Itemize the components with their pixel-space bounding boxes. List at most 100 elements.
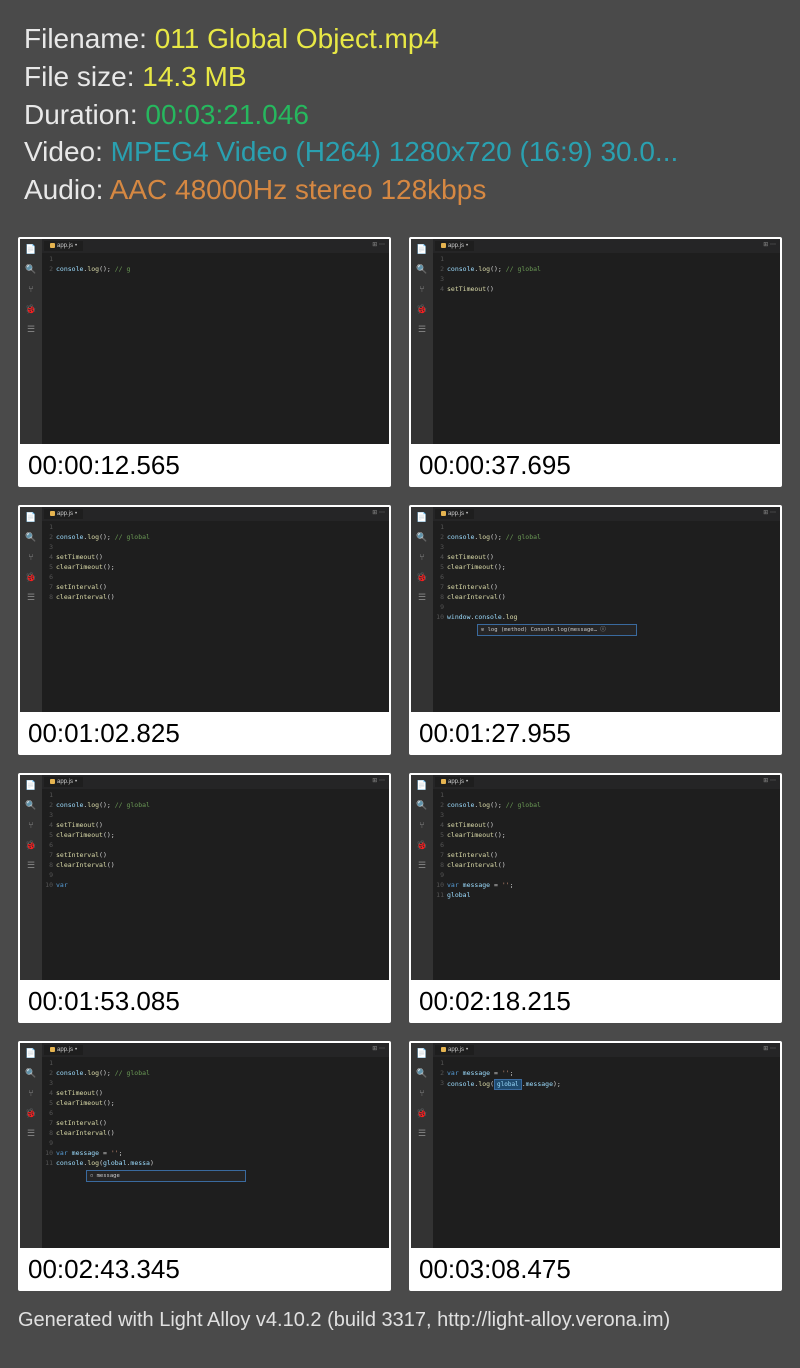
editor-sidebar: 📄🔍⑂🐞☰ bbox=[20, 1043, 42, 1248]
code-line: console.log(); // global bbox=[56, 533, 389, 543]
tab-modified-icon: • bbox=[466, 1047, 468, 1053]
video-row: Video: MPEG4 Video (H264) 1280x720 (16:9… bbox=[24, 133, 776, 171]
thumbnail: 📄🔍⑂🐞☰app.js •⊞ ⋯123var message = '';cons… bbox=[409, 1041, 782, 1291]
tab-label: app.js bbox=[57, 1047, 73, 1053]
code-line: console.log(global.messa) bbox=[56, 1159, 389, 1169]
video-frame: 📄🔍⑂🐞☰app.js •⊞ ⋯1234567891011console.log… bbox=[20, 1043, 389, 1248]
sidebar-icon: 📄 bbox=[25, 1047, 37, 1059]
audio-value: AAC 48000Hz stereo 128kbps bbox=[110, 174, 487, 205]
sidebar-icon: 🐞 bbox=[416, 303, 428, 315]
audio-label: Audio: bbox=[24, 174, 110, 205]
code-line: var message = ''; bbox=[447, 881, 780, 891]
line-gutter: 123 bbox=[433, 1057, 447, 1248]
code-line: clearInterval() bbox=[447, 593, 780, 603]
filesize-label: File size: bbox=[24, 61, 142, 92]
code-line: clearInterval() bbox=[56, 1129, 389, 1139]
code-body: console.log(); // globalsetTimeout()clea… bbox=[56, 521, 389, 712]
js-file-icon bbox=[50, 243, 55, 248]
code-area: 12345678910console.log(); // globalsetTi… bbox=[433, 521, 780, 712]
code-line bbox=[56, 1109, 389, 1119]
code-line: setInterval() bbox=[56, 1119, 389, 1129]
code-line: clearTimeout(); bbox=[56, 831, 389, 841]
line-gutter: 12 bbox=[42, 253, 56, 444]
thumbnail: 📄🔍⑂🐞☰app.js •⊞ ⋯12console.log(); // g00:… bbox=[18, 237, 391, 487]
sidebar-icon: 🔍 bbox=[416, 799, 428, 811]
tab-label: app.js bbox=[448, 243, 464, 249]
thumbnail: 📄🔍⑂🐞☰app.js •⊞ ⋯1234567891011console.log… bbox=[409, 773, 782, 1023]
editor-sidebar: 📄 🔍 ⑂ 🐞 ☰ bbox=[411, 239, 433, 444]
line-gutter: 12345678910 bbox=[42, 789, 56, 980]
code-line bbox=[56, 811, 389, 821]
editor-actions-icon: ⊞ ⋯ bbox=[763, 777, 776, 784]
file-tab: app.js • bbox=[44, 777, 83, 787]
video-frame: 📄 🔍 ⑂ 🐞 ☰ app.js • ⊞ ⋯ 1234console.log(); // gl… bbox=[411, 239, 780, 444]
sidebar-icon: ⑂ bbox=[416, 283, 428, 295]
tab-modified-icon: • bbox=[75, 511, 77, 517]
code-body: var message = '';console.log(global.mess… bbox=[447, 1057, 780, 1248]
sidebar-icon: 📄 bbox=[25, 511, 37, 523]
editor-sidebar: 📄🔍⑂🐞☰ bbox=[20, 239, 42, 444]
code-body: console.log(); // global setTimeout()clea… bbox=[56, 789, 389, 980]
filesize-row: File size: 14.3 MB bbox=[24, 58, 776, 96]
editor-area: app.js •⊞ ⋯1234567891011console.log(); /… bbox=[42, 1043, 389, 1248]
sidebar-icon: ⑂ bbox=[416, 1087, 428, 1099]
code-line bbox=[447, 791, 780, 801]
editor-sidebar: 📄🔍⑂🐞☰ bbox=[20, 507, 42, 712]
code-line bbox=[56, 523, 389, 533]
code-line: clearInterval() bbox=[447, 861, 780, 871]
code-line: clearInterval() bbox=[56, 593, 389, 603]
code-line bbox=[56, 1079, 389, 1089]
code-area: 123var message = '';console.log(global.m… bbox=[433, 1057, 780, 1248]
code-line: console.log(); // global bbox=[447, 533, 780, 543]
tab-label: app.js bbox=[57, 243, 73, 249]
code-line bbox=[56, 1139, 389, 1149]
editor-actions-icon: ⊞ ⋯ bbox=[763, 241, 776, 248]
code-line: setTimeout() bbox=[56, 1089, 389, 1099]
sidebar-icon: ☰ bbox=[25, 323, 37, 335]
editor-sidebar: 📄🔍⑂🐞☰ bbox=[20, 775, 42, 980]
editor-actions-icon: ⊞ ⋯ bbox=[372, 777, 385, 784]
thumbnail: 📄🔍⑂🐞☰app.js • ⊞ ⋯ 12345678910console.log()… bbox=[18, 773, 391, 1023]
tab-label: app.js bbox=[448, 511, 464, 517]
sidebar-icon: 🔍 bbox=[416, 263, 428, 275]
js-file-icon bbox=[50, 779, 55, 784]
thumbnail-timestamp: 00:02:43.345 bbox=[20, 1248, 389, 1289]
video-frame: 📄🔍⑂🐞☰app.js •⊞ ⋯1234567891011console.log… bbox=[411, 775, 780, 980]
code-body: console.log(); // globalsetTimeout()clea… bbox=[447, 789, 780, 980]
code-line: window.console.log bbox=[447, 613, 780, 623]
thumbnail: 📄🔍⑂🐞☰app.js •⊞ ⋯1234567891011console.log… bbox=[18, 1041, 391, 1291]
thumbnail-timestamp: 00:01:27.955 bbox=[411, 712, 780, 753]
sidebar-icon: ☰ bbox=[416, 323, 428, 335]
code-line: setTimeout() bbox=[447, 553, 780, 563]
js-file-icon bbox=[441, 779, 446, 784]
filesize-value: 14.3 MB bbox=[142, 61, 246, 92]
tab-bar: app.js • bbox=[42, 507, 389, 521]
js-file-icon bbox=[441, 511, 446, 516]
sidebar-icon: 📄 bbox=[416, 243, 428, 255]
code-line: clearTimeout(); bbox=[447, 831, 780, 841]
sidebar-icon: 📄 bbox=[25, 243, 37, 255]
editor-sidebar: 📄🔍⑂🐞☰ bbox=[411, 507, 433, 712]
thumbnail-grid: 📄🔍⑂🐞☰app.js •⊞ ⋯12console.log(); // g00:… bbox=[0, 219, 800, 1299]
code-line bbox=[56, 573, 389, 583]
code-line: setTimeout() bbox=[56, 821, 389, 831]
sidebar-icon: 🔍 bbox=[25, 531, 37, 543]
sidebar-icon: 🐞 bbox=[416, 1107, 428, 1119]
tab-label: app.js bbox=[57, 779, 73, 785]
code-line: console.log(); // global bbox=[447, 801, 780, 811]
code-line: console.log(); // global bbox=[56, 801, 389, 811]
file-tab: app.js • bbox=[435, 777, 474, 787]
sidebar-icon: ☰ bbox=[416, 1127, 428, 1139]
sidebar-icon: ⑂ bbox=[25, 1087, 37, 1099]
line-gutter: 1234567891011 bbox=[42, 1057, 56, 1248]
code-area: 1234console.log(); // globalsetTimeout() bbox=[433, 253, 780, 444]
code-line bbox=[447, 841, 780, 851]
line-gutter: 12345678 bbox=[42, 521, 56, 712]
code-line bbox=[447, 275, 780, 285]
filename-label: Filename: bbox=[24, 23, 155, 54]
editor-area: app.js • ⊞ ⋯ 12345678910console.log(); // … bbox=[42, 775, 389, 980]
code-line bbox=[56, 255, 389, 265]
video-frame: 📄🔍⑂🐞☰app.js • ⊞ ⋯ 12345678910console.log()… bbox=[20, 775, 389, 980]
tab-modified-icon: • bbox=[466, 511, 468, 517]
file-tab: app.js • bbox=[435, 241, 474, 251]
